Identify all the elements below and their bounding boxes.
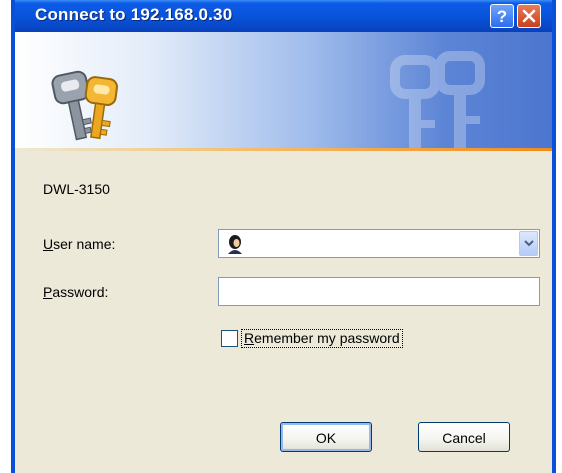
device-name: DWL-3150 [43, 181, 110, 197]
help-icon: ? [497, 7, 507, 26]
username-label: User name: [43, 236, 115, 252]
remember-password-checkbox[interactable] [221, 330, 238, 347]
title-bar[interactable]: Connect to 192.168.0.30 ? [15, 0, 552, 32]
login-dialog: Connect to 192.168.0.30 ? DWL-3150 User … [11, 0, 556, 473]
ok-button[interactable]: OK [280, 422, 372, 452]
keys-icon [51, 70, 119, 141]
username-combobox[interactable] [218, 229, 540, 258]
password-label: Password: [43, 284, 108, 300]
svg-text:?: ? [497, 7, 507, 26]
banner-accent-line [15, 148, 552, 151]
keys-watermark-icon [390, 51, 485, 148]
username-label-text: ser name: [53, 236, 116, 252]
password-field[interactable] [218, 277, 540, 306]
banner [15, 32, 552, 148]
window-title: Connect to 192.168.0.30 [35, 5, 233, 24]
username-label-mnemonic: U [43, 236, 54, 252]
chevron-down-icon [524, 240, 534, 247]
close-button[interactable] [517, 4, 541, 28]
username-dropdown-button[interactable] [519, 231, 538, 256]
help-button[interactable]: ? [490, 4, 514, 28]
cancel-button[interactable]: Cancel [418, 422, 510, 452]
password-label-text: assword: [52, 284, 109, 300]
remember-password-label[interactable]: Remember my password [241, 329, 403, 348]
password-label-mnemonic: P [43, 284, 53, 300]
remember-label-text: emember my password [254, 330, 400, 346]
close-icon [522, 9, 536, 23]
remember-label-mnemonic: R [244, 330, 255, 346]
user-icon [228, 235, 242, 254]
